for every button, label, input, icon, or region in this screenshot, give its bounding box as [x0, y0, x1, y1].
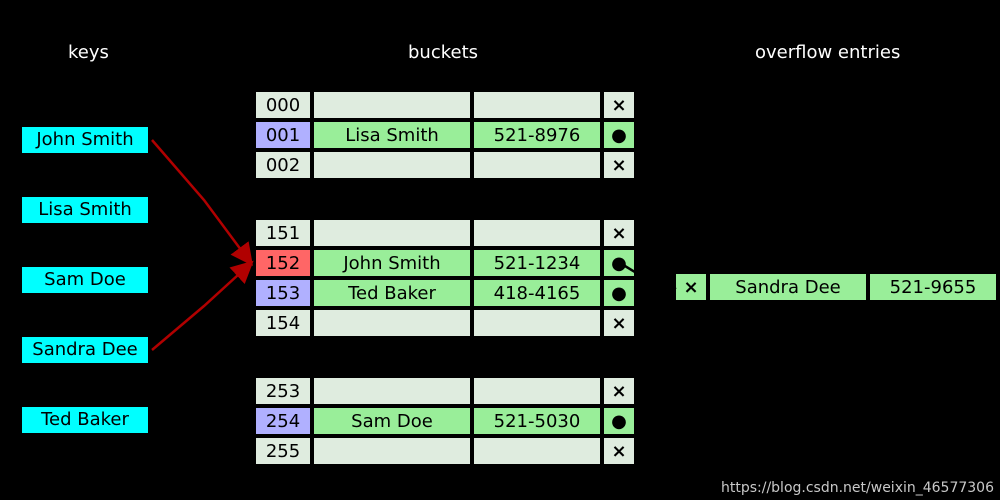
bucket-pointer: ● [602, 278, 636, 308]
bucket-row: 001 Lisa Smith 521-8976 ● [254, 120, 636, 150]
heading-keys: keys [68, 42, 109, 63]
overflow-name: Sandra Dee [708, 272, 868, 302]
key-item: Sam Doe [20, 265, 150, 295]
bucket-index: 154 [254, 308, 312, 338]
bucket-name [312, 90, 472, 120]
heading-overflow: overflow entries [755, 42, 900, 63]
overflow-entry: × Sandra Dee 521-9655 [674, 272, 998, 302]
key-label: John Smith [36, 129, 133, 150]
key-label: Sandra Dee [32, 339, 137, 360]
bucket-index: 001 [254, 120, 312, 150]
bucket-name [312, 218, 472, 248]
bucket-index: 255 [254, 436, 312, 466]
bucket-index: 151 [254, 218, 312, 248]
bucket-row: 002 × [254, 150, 636, 180]
bucket-pointer: × [602, 150, 636, 180]
bucket-row: 254 Sam Doe 521-5030 ● [254, 406, 636, 436]
bucket-row: 151 × [254, 218, 636, 248]
bucket-pointer: × [602, 218, 636, 248]
bucket-value [472, 308, 602, 338]
bucket-index: 253 [254, 376, 312, 406]
bucket-index: 002 [254, 150, 312, 180]
bucket-pointer: ● [602, 248, 636, 278]
bucket-pointer: × [602, 308, 636, 338]
bucket-value: 521-1234 [472, 248, 602, 278]
bucket-value [472, 90, 602, 120]
watermark: https://blog.csdn.net/weixin_46577306 [721, 480, 994, 496]
bucket-value [472, 376, 602, 406]
bucket-row: 255 × [254, 436, 636, 466]
bucket-row: 000 × [254, 90, 636, 120]
key-item: Sandra Dee [20, 335, 150, 365]
key-label: Lisa Smith [38, 199, 132, 220]
bucket-pointer: ● [602, 120, 636, 150]
bucket-pointer: × [602, 436, 636, 466]
bucket-value: 521-5030 [472, 406, 602, 436]
bucket-name [312, 308, 472, 338]
key-item: Lisa Smith [20, 195, 150, 225]
bucket-name: Sam Doe [312, 406, 472, 436]
bucket-index: 254 [254, 406, 312, 436]
bucket-name [312, 436, 472, 466]
bucket-value: 418-4165 [472, 278, 602, 308]
key-label: Ted Baker [41, 409, 129, 430]
bucket-row: 152 John Smith 521-1234 ● [254, 248, 636, 278]
bucket-group: 253 × 254 Sam Doe 521-5030 ● 255 × [254, 376, 636, 466]
overflow-pointer: × [674, 272, 708, 302]
bucket-row: 154 × [254, 308, 636, 338]
bucket-pointer: × [602, 376, 636, 406]
heading-buckets: buckets [408, 42, 478, 63]
key-item: Ted Baker [20, 405, 150, 435]
bucket-name: Lisa Smith [312, 120, 472, 150]
bucket-value: 521-8976 [472, 120, 602, 150]
bucket-pointer: ● [602, 406, 636, 436]
bucket-name: Ted Baker [312, 278, 472, 308]
key-item: John Smith [20, 125, 150, 155]
bucket-name [312, 376, 472, 406]
bucket-index: 000 [254, 90, 312, 120]
bucket-index: 153 [254, 278, 312, 308]
bucket-pointer: × [602, 90, 636, 120]
key-label: Sam Doe [44, 269, 126, 290]
bucket-group: 000 × 001 Lisa Smith 521-8976 ● 002 × [254, 90, 636, 180]
bucket-value [472, 150, 602, 180]
arrow-john-smith [152, 140, 250, 262]
bucket-value [472, 436, 602, 466]
bucket-name: John Smith [312, 248, 472, 278]
bucket-row: 153 Ted Baker 418-4165 ● [254, 278, 636, 308]
bucket-row: 253 × [254, 376, 636, 406]
arrow-sandra-dee [152, 264, 250, 350]
bucket-value [472, 218, 602, 248]
bucket-group: 151 × 152 John Smith 521-1234 ● 153 Ted … [254, 218, 636, 338]
bucket-index: 152 [254, 248, 312, 278]
bucket-name [312, 150, 472, 180]
overflow-value: 521-9655 [868, 272, 998, 302]
